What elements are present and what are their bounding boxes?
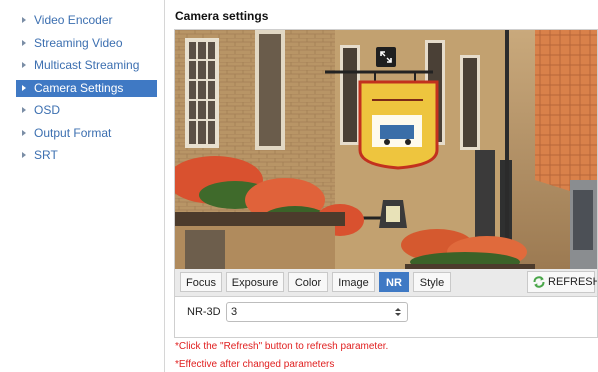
refresh-note: *Click the "Refresh" button to refresh p… xyxy=(175,341,389,352)
nr3d-value: 3 xyxy=(231,306,238,318)
tab-image[interactable]: Image xyxy=(332,272,375,292)
triangle-right-icon xyxy=(22,129,26,136)
sidebar-item-camera-settings[interactable]: Camera Settings xyxy=(16,80,157,97)
sidebar-item-label: Streaming Video xyxy=(34,36,123,50)
sidebar-item-label: Multicast Streaming xyxy=(34,58,140,72)
page-title: Camera settings xyxy=(175,9,269,23)
fullscreen-button[interactable] xyxy=(376,47,396,67)
tab-color[interactable]: Color xyxy=(288,272,328,292)
updown-arrows-icon xyxy=(395,308,401,316)
sidebar-item-label: Camera Settings xyxy=(34,81,124,95)
tab-focus[interactable]: Focus xyxy=(180,272,222,292)
tab-exposure[interactable]: Exposure xyxy=(226,272,284,292)
refresh-button[interactable]: REFRESH xyxy=(527,271,598,293)
triangle-right-icon xyxy=(22,39,26,46)
nr3d-select[interactable]: 3 xyxy=(226,302,408,322)
settings-tabs: Focus Exposure Color Image NR Style REFR… xyxy=(175,269,598,297)
triangle-right-icon xyxy=(22,84,26,91)
sidebar-item-label: Output Format xyxy=(34,126,112,140)
sidebar: Video Encoder Streaming Video Multicast … xyxy=(0,0,165,372)
refresh-label: REFRESH xyxy=(548,276,598,288)
sidebar-item-output-format[interactable]: Output Format xyxy=(16,125,157,142)
video-preview[interactable] xyxy=(175,30,597,269)
fullscreen-icon xyxy=(380,51,392,63)
nr3d-label: NR-3D xyxy=(187,306,221,318)
tab-nr[interactable]: NR xyxy=(379,272,409,292)
sidebar-item-srt[interactable]: SRT xyxy=(16,147,157,164)
tab-style[interactable]: Style xyxy=(413,272,451,292)
refresh-icon xyxy=(533,276,545,288)
effective-note: *Effective after changed parameters xyxy=(175,359,335,370)
sidebar-item-osd[interactable]: OSD xyxy=(16,102,157,119)
triangle-right-icon xyxy=(22,151,26,158)
sidebar-item-video-encoder[interactable]: Video Encoder xyxy=(16,12,157,29)
triangle-right-icon xyxy=(22,106,26,113)
triangle-right-icon xyxy=(22,16,26,23)
sidebar-item-label: Video Encoder xyxy=(34,13,113,27)
sidebar-item-multicast-streaming[interactable]: Multicast Streaming xyxy=(16,57,157,74)
sidebar-item-label: OSD xyxy=(34,103,61,117)
sidebar-item-label: SRT xyxy=(34,148,58,162)
camera-settings-panel: Focus Exposure Color Image NR Style REFR… xyxy=(174,29,598,338)
triangle-right-icon xyxy=(22,61,26,68)
sidebar-item-streaming-video[interactable]: Streaming Video xyxy=(16,35,157,52)
